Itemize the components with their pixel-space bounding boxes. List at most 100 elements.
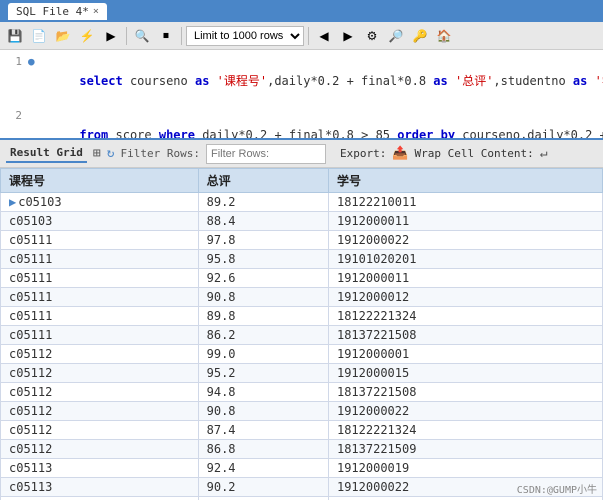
close-icon[interactable]: × xyxy=(93,6,99,17)
grid-view-icon[interactable]: ⊞ xyxy=(93,146,101,161)
search-button[interactable]: 🔍 xyxy=(131,25,153,47)
table-cell: 1912000022 xyxy=(328,402,602,421)
table-cell: 89.8 xyxy=(198,307,328,326)
table-cell: c05111 xyxy=(1,250,199,269)
table-cell: 92.4 xyxy=(198,459,328,478)
table-cell: 18122210011 xyxy=(328,497,602,500)
table-cell: 90.2 xyxy=(198,478,328,497)
home-button[interactable]: 🏠 xyxy=(433,25,455,47)
result-grid[interactable]: 课程号 总评 学号 ▶c0510389.218122210011c0510388… xyxy=(0,168,603,500)
table-cell: 87.4 xyxy=(198,421,328,440)
table-cell: 89.2 xyxy=(198,193,328,212)
table-cell: 1912000012 xyxy=(328,288,602,307)
tab-label: SQL File 4* xyxy=(16,5,89,18)
line-indicator-2 xyxy=(28,108,36,122)
table-row: c0511192.61912000011 xyxy=(1,269,603,288)
sql-code-2: from score where daily*0.2 + final*0.8 >… xyxy=(36,108,603,140)
table-cell: c05111 xyxy=(1,269,199,288)
table-cell: 86.8 xyxy=(198,440,328,459)
open-button[interactable]: 📂 xyxy=(52,25,74,47)
table-row: c0511295.21912000015 xyxy=(1,364,603,383)
table-cell: 1912000011 xyxy=(328,212,602,231)
table-header-row: 课程号 总评 学号 xyxy=(1,169,603,193)
wrap-icon[interactable]: ↵ xyxy=(540,146,548,161)
table-cell: c05112 xyxy=(1,402,199,421)
result-grid-tab[interactable]: Result Grid xyxy=(6,144,87,163)
sql-file-tab[interactable]: SQL File 4* × xyxy=(8,3,107,20)
table-cell: c05112 xyxy=(1,364,199,383)
zoom-button[interactable]: 🔎 xyxy=(385,25,407,47)
table-cell: c05112 xyxy=(1,421,199,440)
table-cell: c05111 xyxy=(1,231,199,250)
export-icon[interactable]: 📤 xyxy=(392,146,408,161)
table-cell: c05103 xyxy=(1,212,199,231)
watermark: CSDN:@GUMP小牛 xyxy=(517,481,597,496)
table-cell: 18137221508 xyxy=(328,383,602,402)
table-cell: 95.2 xyxy=(198,364,328,383)
table-cell: 18137221509 xyxy=(328,440,602,459)
table-cell: 99.0 xyxy=(198,345,328,364)
table-cell: c05112 xyxy=(1,440,199,459)
table-row: c0511286.818137221509 xyxy=(1,440,603,459)
run-button[interactable]: ⚡ xyxy=(76,25,98,47)
table-row: c0510388.41912000011 xyxy=(1,212,603,231)
next-button[interactable]: ▶ xyxy=(337,25,359,47)
filter-rows-input[interactable] xyxy=(206,144,326,164)
table-cell: c05112 xyxy=(1,383,199,402)
table-cell: c05113 xyxy=(1,459,199,478)
sql-line-2: 2 from score where daily*0.2 + final*0.8… xyxy=(0,108,603,140)
table-row: c0511392.41912000019 xyxy=(1,459,603,478)
table-cell: c08123 xyxy=(1,497,199,500)
separator-1 xyxy=(126,27,127,45)
col-header-total: 总评 xyxy=(198,169,328,193)
refresh-icon[interactable]: ↻ xyxy=(107,146,115,161)
table-cell: 88.4 xyxy=(198,212,328,231)
table-cell: 1912000022 xyxy=(328,231,602,250)
table-cell: 18122221324 xyxy=(328,421,602,440)
table-cell: 86.2 xyxy=(198,326,328,345)
table-row: c0511390.21912000022 xyxy=(1,478,603,497)
new-button[interactable]: 📄 xyxy=(28,25,50,47)
wrap-label: Wrap Cell Content: xyxy=(415,147,534,160)
table-cell: c05111 xyxy=(1,288,199,307)
sql-line-1: 1 ● select courseno as '课程号',daily*0.2 +… xyxy=(0,54,603,108)
table-row: ▶c0510389.218122210011 xyxy=(1,193,603,212)
table-row: c0511189.818122221324 xyxy=(1,307,603,326)
table-row: c0511287.418122221324 xyxy=(1,421,603,440)
limit-rows-select[interactable]: Limit to 1000 rows xyxy=(186,26,304,46)
table-cell: 1912000011 xyxy=(328,269,602,288)
table-cell: 99.4 xyxy=(198,497,328,500)
table-row: c0511197.81912000022 xyxy=(1,231,603,250)
key-button[interactable]: 🔑 xyxy=(409,25,431,47)
col-header-courseno: 课程号 xyxy=(1,169,199,193)
row-indicator: ▶ xyxy=(9,195,16,209)
table-row: c0812399.418122210011 xyxy=(1,497,603,500)
table-cell: 18122221324 xyxy=(328,307,602,326)
filter-label: Filter Rows: xyxy=(121,147,200,160)
line-number-2: 2 xyxy=(4,108,22,122)
settings-button[interactable]: ⚙ xyxy=(361,25,383,47)
table-cell: 1912000015 xyxy=(328,364,602,383)
stop-button[interactable]: ⏹ xyxy=(155,25,177,47)
table-cell: c05111 xyxy=(1,307,199,326)
prev-button[interactable]: ◀ xyxy=(313,25,335,47)
table-row: c0511294.818137221508 xyxy=(1,383,603,402)
table-cell: 92.6 xyxy=(198,269,328,288)
table-cell: c05113 xyxy=(1,478,199,497)
save-button[interactable]: 💾 xyxy=(4,25,26,47)
main-toolbar: 💾 📄 📂 ⚡ ▶ 🔍 ⏹ Limit to 1000 rows ◀ ▶ ⚙ 🔎… xyxy=(0,22,603,50)
separator-3 xyxy=(308,27,309,45)
table-cell: 19101020201 xyxy=(328,250,602,269)
execute-button[interactable]: ▶ xyxy=(100,25,122,47)
table-cell: 18122210011 xyxy=(328,193,602,212)
separator-2 xyxy=(181,27,182,45)
result-toolbar: Result Grid ⊞ ↻ Filter Rows: Export: 📤 W… xyxy=(0,140,603,168)
table-cell: 94.8 xyxy=(198,383,328,402)
table-cell: 95.8 xyxy=(198,250,328,269)
data-table: 课程号 总评 学号 ▶c0510389.218122210011c0510388… xyxy=(0,168,603,500)
line-number-1: 1 xyxy=(4,54,22,68)
line-indicator-1: ● xyxy=(28,54,36,68)
title-bar: SQL File 4* × xyxy=(0,0,603,22)
table-cell: c05111 xyxy=(1,326,199,345)
sql-editor[interactable]: 1 ● select courseno as '课程号',daily*0.2 +… xyxy=(0,50,603,140)
